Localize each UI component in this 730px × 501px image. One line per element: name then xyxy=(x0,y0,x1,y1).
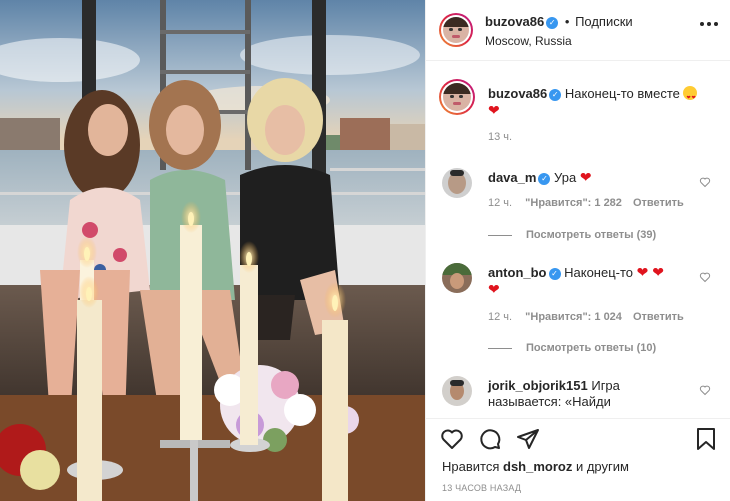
caption-text: buzova86 ✓ Наконец-то вместе ❤ ❤ ❤ xyxy=(488,85,716,119)
caption-message: Наконец-то вместе xyxy=(564,86,680,101)
view-replies-button[interactable]: Посмотреть ответы (39) xyxy=(488,229,656,241)
comment-text: jorik_objorik151 Игра называется: «Найди xyxy=(488,378,688,410)
more-horizontal-icon[interactable] xyxy=(700,22,718,26)
likes-summary: Нравится dsh_moroz и другим xyxy=(442,459,629,474)
comment-text: anton_bo ✓ Наконец-то ❤ ❤ ❤ xyxy=(488,264,688,298)
comment-item: dava_m ✓ Ура ❤ 12 ч. "Нравится": 1 282 От… xyxy=(426,160,730,250)
heart-outline-icon[interactable] xyxy=(699,176,711,188)
view-replies-button[interactable]: Посмотреть ответы (10) xyxy=(488,342,656,354)
comment-message-continued: называется: «Найди xyxy=(488,394,611,409)
comment-item: anton_bo ✓ Наконец-то ❤ ❤ ❤ 12 ч. "Нравит… xyxy=(426,255,730,360)
likes-suffix[interactable]: и другим xyxy=(576,459,629,474)
header-user-line: buzova86 ✓ • Подписки xyxy=(485,14,633,29)
comment-meta: 12 ч. "Нравится": 1 282 Ответить xyxy=(488,197,684,209)
comment-time: 12 ч. xyxy=(488,197,513,209)
heart-emoji: ❤ xyxy=(579,169,592,185)
verified-icon: ✓ xyxy=(546,16,559,29)
likes-prefix: Нравится xyxy=(442,459,500,474)
post-timestamp[interactable]: 13 ЧАСОВ НАЗАД xyxy=(442,483,521,493)
comment-username[interactable]: jorik_objorik151 xyxy=(488,378,588,393)
comment-icon[interactable] xyxy=(478,427,502,451)
comment-avatar[interactable] xyxy=(442,168,472,198)
verified-icon: ✓ xyxy=(549,88,562,101)
comment-time: 12 ч. xyxy=(488,311,513,323)
comment-likes[interactable]: "Нравится": 1 024 xyxy=(525,311,622,323)
reply-button[interactable]: Ответить xyxy=(633,311,684,323)
verified-icon: ✓ xyxy=(538,172,551,185)
heart-outline-icon[interactable] xyxy=(699,384,711,396)
heart-outline-icon[interactable] xyxy=(699,271,711,283)
view-replies-label: Посмотреть ответы (10) xyxy=(526,342,657,354)
bookmark-icon[interactable] xyxy=(695,427,717,451)
comment-message: Игра xyxy=(591,378,620,393)
header-username[interactable]: buzova86 xyxy=(485,14,544,29)
header-avatar[interactable] xyxy=(439,13,473,47)
view-replies-label: Посмотреть ответы (39) xyxy=(526,229,657,241)
post-photo[interactable] xyxy=(0,0,425,501)
post-sidebar: buzova86 ✓ • Подписки Moscow, Russia buz… xyxy=(425,0,730,501)
caption-avatar[interactable] xyxy=(439,79,475,115)
verified-icon: ✓ xyxy=(548,267,561,280)
heart-icon[interactable] xyxy=(440,427,464,451)
actions-section: Нравится dsh_moroz и другим 13 ЧАСОВ НАЗ… xyxy=(426,419,730,501)
likes-user-link[interactable]: dsh_moroz xyxy=(503,459,572,474)
instagram-post: buzova86 ✓ • Подписки Moscow, Russia buz… xyxy=(0,0,730,501)
post-header: buzova86 ✓ • Подписки Moscow, Russia xyxy=(426,0,730,61)
comment-text: dava_m ✓ Ура ❤ xyxy=(488,169,592,186)
comment-username[interactable]: dava_m xyxy=(488,170,536,185)
location-link[interactable]: Moscow, Russia xyxy=(485,34,572,48)
heart-emoji: ❤ xyxy=(488,102,500,118)
heart-eyes-emoji-icon: ❤ ❤ xyxy=(683,86,698,101)
comment-likes[interactable]: "Нравится": 1 282 xyxy=(525,197,622,209)
comment-message: Наконец-то xyxy=(564,265,634,280)
reply-line-divider xyxy=(488,347,512,349)
caption-time: 13 ч. xyxy=(488,131,513,143)
comment-item: jorik_objorik151 Игра называется: «Найди xyxy=(426,368,730,416)
heart-emoji: ❤ ❤ xyxy=(636,264,665,280)
comment-meta: 12 ч. "Нравится": 1 024 Ответить xyxy=(488,311,684,323)
comment-username[interactable]: anton_bo xyxy=(488,265,547,280)
following-button[interactable]: Подписки xyxy=(575,14,633,29)
comment-avatar[interactable] xyxy=(442,376,472,406)
comment-avatar[interactable] xyxy=(442,263,472,293)
reply-line-divider xyxy=(488,234,512,236)
reply-button[interactable]: Ответить xyxy=(633,197,684,209)
post-image xyxy=(0,0,425,501)
share-icon[interactable] xyxy=(516,427,540,451)
comment-message: Ура xyxy=(554,170,577,185)
caption-username[interactable]: buzova86 xyxy=(488,86,547,101)
heart-emoji: ❤ xyxy=(488,281,500,297)
follow-separator: • xyxy=(564,14,570,29)
